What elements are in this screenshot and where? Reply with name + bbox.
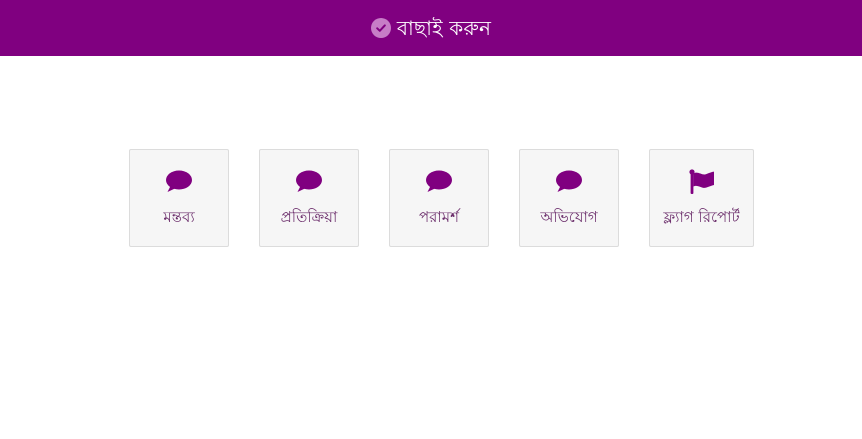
speech-bubble-icon (130, 169, 228, 195)
option-comment[interactable]: মন্তব্য (129, 149, 229, 247)
option-label: মন্তব্য (163, 208, 195, 226)
option-label: প্রতিক্রিয়া (280, 208, 338, 226)
option-flag-report[interactable]: ফ্ল্যাগ রিপোর্ট (649, 149, 754, 247)
option-suggestion[interactable]: পরামর্শ (389, 149, 489, 247)
option-label: পরামর্শ (419, 208, 459, 226)
page-title: বাছাই করুন (396, 16, 492, 40)
option-tiles: মন্তব্য প্রতিক্রিয়া পরামর্শ অভিযোগ ফ্ল্… (0, 149, 862, 249)
option-feedback[interactable]: প্রতিক্রিয়া (259, 149, 359, 247)
option-label: অভিযোগ (540, 208, 598, 226)
flag-icon (650, 169, 753, 195)
top-bar: বাছাই করুন (0, 0, 862, 56)
speech-bubble-icon (390, 169, 488, 195)
speech-bubble-icon (260, 169, 358, 195)
option-label: ফ্ল্যাগ রিপোর্ট (663, 208, 740, 226)
check-circle-icon (370, 18, 391, 38)
option-complaint[interactable]: অভিযোগ (519, 149, 619, 247)
speech-bubble-icon (520, 169, 618, 195)
header-title-group: বাছাই করুন (370, 16, 492, 40)
